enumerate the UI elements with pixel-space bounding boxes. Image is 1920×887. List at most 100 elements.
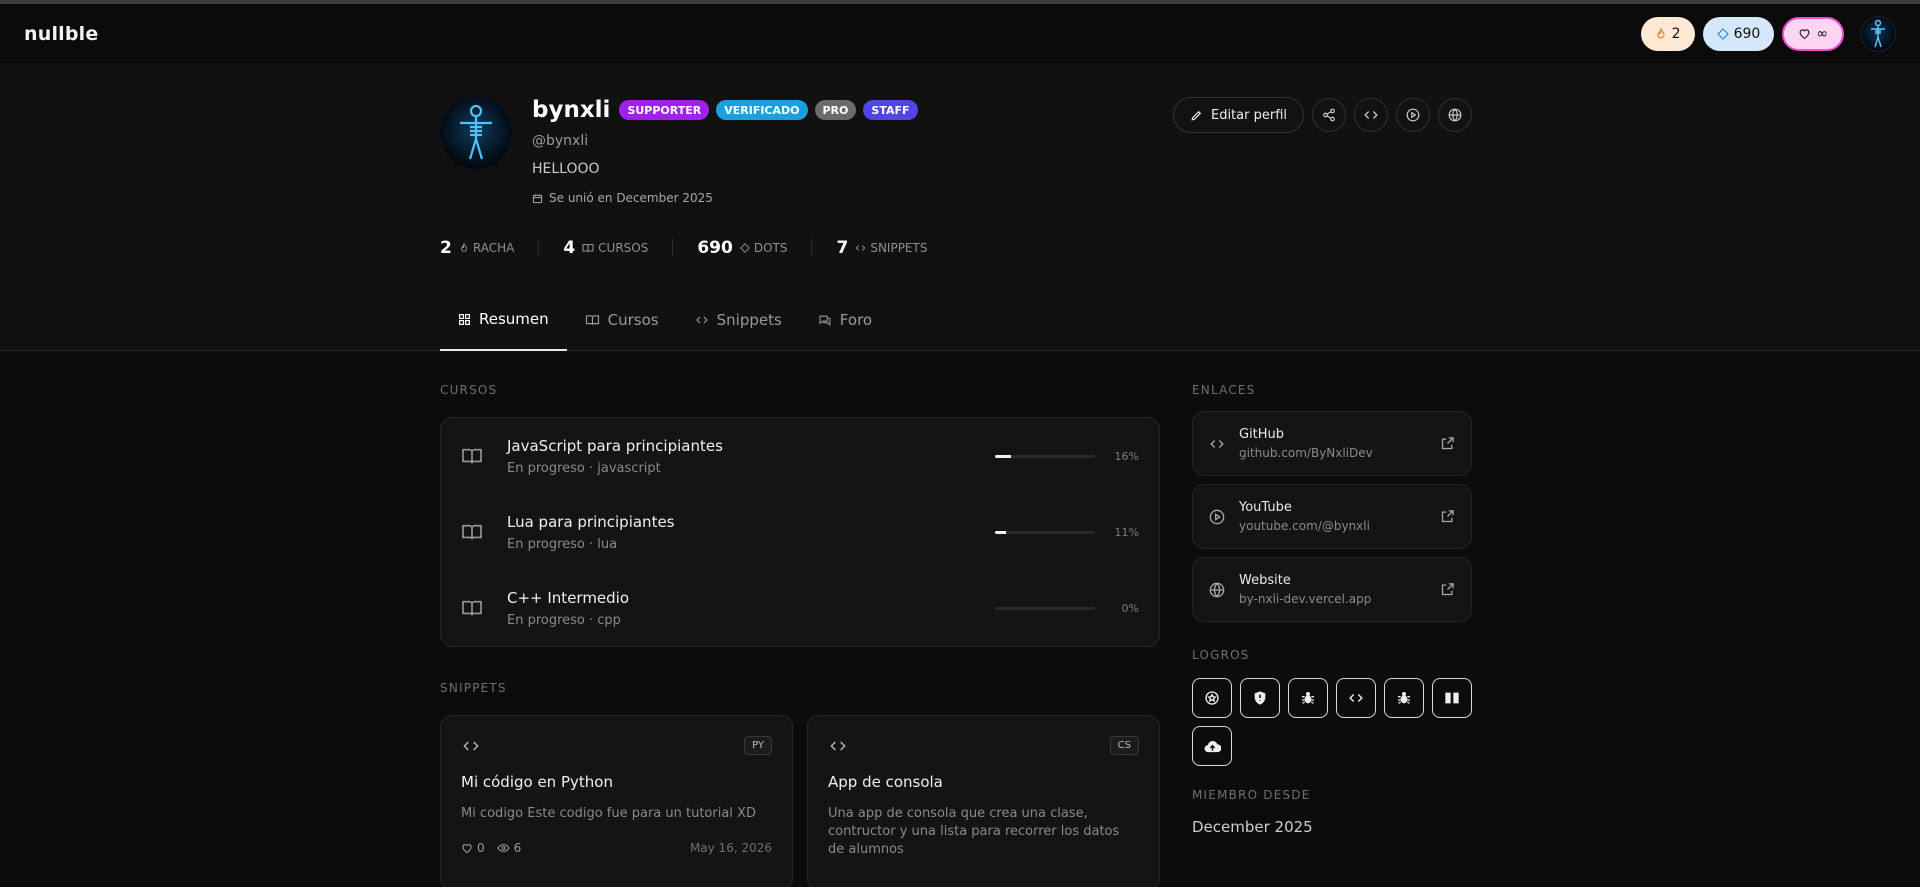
profile-content: CURSOS JavaScript para principiantes En …: [0, 351, 1920, 887]
stat-value: 7: [836, 238, 849, 258]
course-percent: 11%: [1114, 525, 1139, 539]
snippet-header: CS: [828, 736, 1139, 755]
tab-label: Foro: [839, 311, 873, 329]
external-link-icon: [1441, 437, 1454, 450]
achievement-book[interactable]: [1432, 678, 1472, 718]
course-subtitle: En progreso · javascript: [507, 460, 661, 476]
profile-handle: @bynxli: [532, 133, 589, 149]
code-icon: [1364, 111, 1378, 119]
course-title: Lua para principiantes: [507, 512, 675, 531]
views-count: 6: [513, 841, 522, 855]
cloud-upload-icon: [1204, 740, 1221, 752]
book-icon: [461, 523, 491, 541]
link-text: Website by-nxli-dev.vercel.app: [1239, 573, 1440, 606]
top-navbar: nullble 2 690 ∞: [0, 4, 1920, 63]
achievement-star[interactable]: [1192, 678, 1232, 718]
stat-dots: 690 DOTS: [697, 238, 813, 258]
share-icon: [1323, 108, 1335, 122]
book-icon: [1445, 692, 1459, 704]
links-section-title: ENLACES: [1192, 383, 1256, 397]
course-text: C++ Intermedio En progreso · cpp: [507, 589, 995, 628]
achievement-upload[interactable]: [1192, 726, 1232, 766]
website-link-button[interactable]: [1438, 98, 1472, 132]
tab-foro[interactable]: Foro: [800, 289, 890, 351]
achievement-bug-2[interactable]: [1384, 678, 1424, 718]
snippet-likes[interactable]: 0: [461, 841, 485, 855]
profile-tabs: Resumen Cursos Snippets Foro: [440, 289, 890, 351]
profile-avatar: [440, 97, 512, 169]
bug-icon: [1302, 692, 1314, 704]
snippet-language-badge: CS: [1109, 736, 1139, 755]
play-icon: [1406, 108, 1420, 122]
link-github[interactable]: GitHub github.com/ByNxliDev: [1192, 411, 1472, 476]
joined-date: Se unió en December 2025: [532, 191, 918, 205]
link-website[interactable]: Website by-nxli-dev.vercel.app: [1192, 557, 1472, 622]
likes-count: 0: [477, 841, 485, 855]
app-logo[interactable]: nullble: [24, 23, 98, 45]
skeleton-avatar-icon: [460, 104, 492, 160]
snippet-views: 6: [497, 841, 522, 855]
snippet-header: PY: [461, 736, 772, 755]
course-text: Lua para principiantes En progreso · lua: [507, 513, 995, 552]
course-progress-bar: [995, 606, 1095, 610]
link-youtube[interactable]: YouTube youtube.com/@bynxli: [1192, 484, 1472, 549]
youtube-link-button[interactable]: [1396, 98, 1430, 132]
course-title: C++ Intermedio: [507, 588, 630, 607]
tab-resumen[interactable]: Resumen: [440, 289, 567, 351]
link-text: GitHub github.com/ByNxliDev: [1239, 427, 1440, 460]
dots-count: 690: [1733, 25, 1761, 42]
course-subtitle: En progreso · cpp: [507, 612, 621, 628]
streak-count: 2: [1671, 25, 1681, 42]
course-item[interactable]: C++ Intermedio En progreso · cpp 0%: [441, 570, 1159, 646]
stat-value: 690: [697, 238, 733, 258]
tab-cursos[interactable]: Cursos: [567, 289, 677, 351]
code-icon: [855, 245, 866, 251]
stat-courses: 4 CURSOS: [563, 238, 674, 258]
link-url: youtube.com/@bynxli: [1239, 519, 1370, 533]
streak-pill[interactable]: 2: [1640, 16, 1695, 51]
snippet-card[interactable]: CS App de consola Una app de consola que…: [807, 715, 1160, 887]
stat-label-text: SNIPPETS: [870, 241, 928, 255]
achievements-grid: [1192, 678, 1482, 766]
skeleton-avatar-icon: [1871, 19, 1885, 47]
tab-label: Resumen: [479, 310, 549, 328]
name-row: bynxli SUPPORTER VERIFICADO PRO STAFF: [532, 97, 918, 123]
achievement-bug[interactable]: [1288, 678, 1328, 718]
code-icon: [1349, 694, 1363, 702]
tab-label: Cursos: [607, 311, 659, 329]
lives-count: ∞: [1816, 25, 1828, 42]
grid-icon: [459, 313, 470, 325]
code-link-button[interactable]: [1354, 98, 1388, 132]
lives-pill[interactable]: ∞: [1782, 16, 1844, 51]
dots-pill[interactable]: 690: [1702, 16, 1775, 51]
stat-label: DOTS: [739, 241, 787, 255]
snippet-description: Mi codigo Este codigo fue para un tutori…: [461, 806, 756, 821]
achievement-code[interactable]: [1336, 678, 1376, 718]
course-item[interactable]: JavaScript para principiantes En progres…: [441, 418, 1159, 494]
book-icon: [585, 315, 599, 325]
user-avatar-menu[interactable]: [1860, 15, 1896, 52]
achievement-shield[interactable]: [1240, 678, 1280, 718]
snippet-footer: 0 6 May 16, 2026: [461, 841, 772, 855]
badge-verified: VERIFICADO: [716, 100, 808, 120]
courses-section-title: CURSOS: [440, 383, 498, 397]
link-title: Website: [1239, 573, 1291, 588]
profile-sidebar: ENLACES GitHub github.com/ByNxliDev YouT…: [1192, 383, 1472, 836]
chat-icon: [819, 315, 831, 326]
code-icon: [1210, 439, 1224, 448]
snippet-card[interactable]: PY Mi código en Python Mi codigo Este co…: [440, 715, 793, 887]
profile-stats: 2 RACHA 4 CURSOS 690 DOTS 7 SNIPPETS: [440, 238, 975, 258]
joined-text: Se unió en December 2025: [549, 191, 713, 205]
tab-snippets[interactable]: Snippets: [677, 289, 800, 351]
globe-icon: [1448, 108, 1462, 122]
diamond-icon: [1716, 27, 1729, 40]
stat-value: 2: [440, 238, 452, 258]
course-item[interactable]: Lua para principiantes En progreso · lua…: [441, 494, 1159, 570]
progress-fill: [995, 454, 1011, 458]
share-button[interactable]: [1312, 98, 1346, 132]
edit-profile-button[interactable]: Editar perfil: [1172, 97, 1304, 133]
flame-icon: [1655, 27, 1667, 40]
diamond-icon: [739, 243, 750, 253]
link-url: by-nxli-dev.vercel.app: [1239, 592, 1372, 606]
course-progress-bar: [995, 454, 1095, 458]
